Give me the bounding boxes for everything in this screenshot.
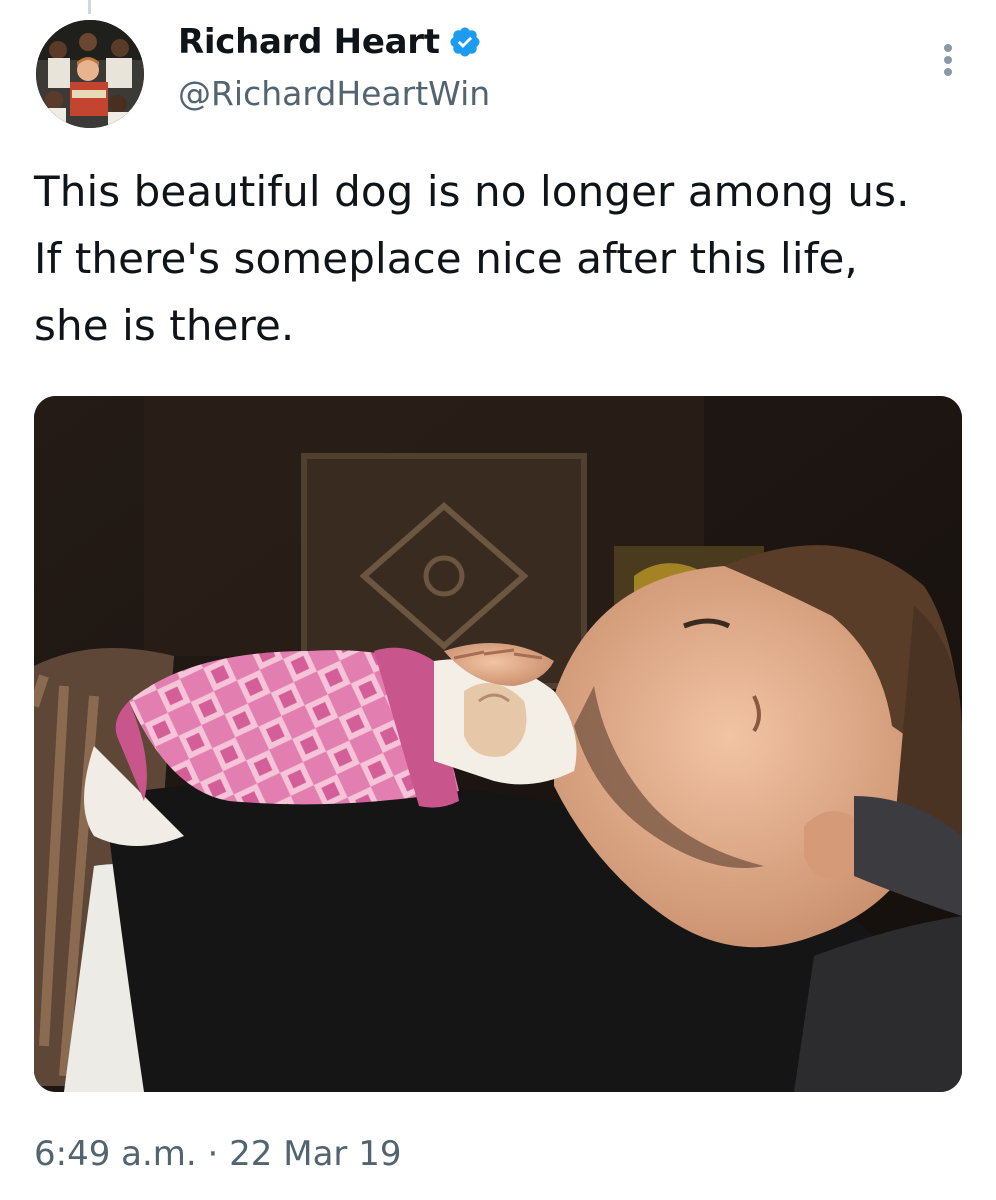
tweet-timestamp[interactable]: 6:49 a.m. · 22 Mar 19 bbox=[34, 1134, 401, 1174]
tweet-photo[interactable] bbox=[34, 396, 962, 1092]
photo-man-with-dog bbox=[34, 396, 962, 1092]
more-options-icon[interactable] bbox=[942, 44, 954, 82]
author-name-row: Richard Heart bbox=[178, 22, 482, 62]
tweet-date: 22 Mar 19 bbox=[229, 1134, 402, 1174]
avatar[interactable] bbox=[36, 20, 144, 128]
tweet-time: 6:49 a.m. bbox=[34, 1134, 197, 1174]
thread-connector-line bbox=[88, 0, 91, 14]
avatar-image bbox=[36, 20, 144, 128]
verified-badge-icon[interactable] bbox=[448, 25, 482, 59]
author-display-name[interactable]: Richard Heart bbox=[178, 22, 440, 62]
tweet-text: This beautiful dog is no longer among us… bbox=[34, 167, 910, 350]
author-handle[interactable]: @RichardHeartWin bbox=[178, 74, 490, 113]
timestamp-separator: · bbox=[207, 1134, 219, 1174]
